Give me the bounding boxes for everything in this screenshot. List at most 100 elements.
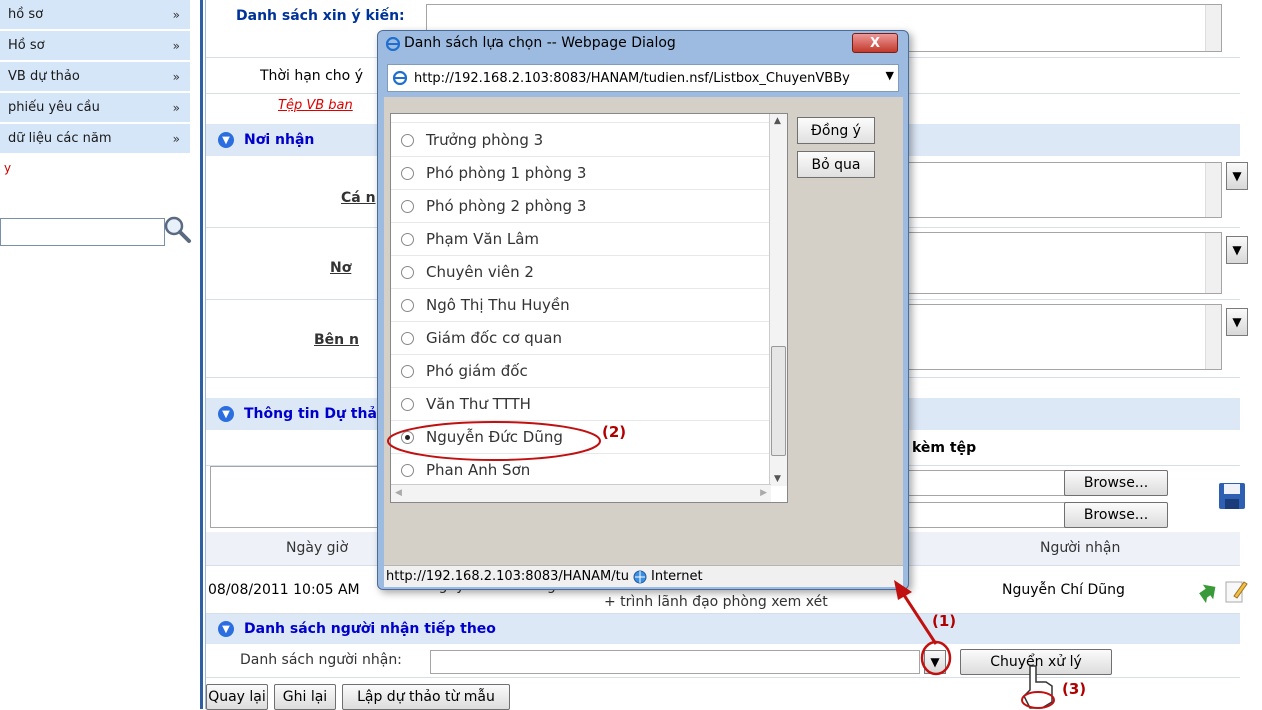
section-danh-sach-nguoi-nhan[interactable]: ▼ Danh sách người nhận tiếp theo xyxy=(206,614,1240,644)
noi-textarea[interactable] xyxy=(906,232,1222,294)
tep-vb-link[interactable]: Tệp VB ban xyxy=(278,98,353,113)
dropdown-button[interactable]: ▼ xyxy=(1226,308,1248,336)
ben-nhan-label: Bên n xyxy=(314,332,359,348)
chevron-down-icon[interactable]: ▼ xyxy=(218,406,234,422)
sidebar-item-label: hồ sơ xyxy=(8,7,44,22)
annotation-label-2: (2) xyxy=(602,423,627,441)
triangle-down-icon: ▼ xyxy=(1232,169,1242,183)
option-label: Chuyên viên 2 xyxy=(426,263,534,281)
ben-nhan-textarea[interactable] xyxy=(906,304,1222,370)
triangle-down-icon: ▼ xyxy=(1232,243,1242,257)
chevron-down-icon[interactable]: ▼ xyxy=(886,69,894,82)
thoi-han-label: Thời hạn cho ý xyxy=(260,68,363,84)
dialog-title: Danh sách lựa chọn -- Webpage Dialog xyxy=(404,35,676,51)
sidebar-item-ho-so[interactable]: hồ sơ » xyxy=(0,0,190,31)
browse-button-1[interactable]: Browse... xyxy=(1064,470,1168,496)
scrollbar[interactable] xyxy=(1205,163,1221,217)
radio-icon[interactable] xyxy=(401,166,414,180)
radio-icon[interactable] xyxy=(401,199,414,213)
address-text: http://192.168.2.103:8083/HANAM/tudien.n… xyxy=(414,70,850,86)
list-item[interactable]: Chuyên viên 2 xyxy=(391,256,771,289)
option-label: Trưởng phòng 3 xyxy=(426,131,544,149)
arrow-up-icon[interactable]: ▲ xyxy=(774,116,781,126)
arrow-right-icon[interactable]: ▶ xyxy=(760,488,767,498)
save-icon[interactable] xyxy=(1218,482,1246,510)
nguoi-nhan-header: Người nhận xyxy=(1040,540,1121,556)
list-item[interactable]: Ngô Thị Thu Huyền xyxy=(391,289,771,322)
bo-qua-button[interactable]: Bỏ qua xyxy=(797,151,875,178)
row-date: 08/08/2011 10:05 AM xyxy=(208,582,360,598)
sidebar-item-du-lieu-cac-nam[interactable]: dữ liệu các năm » xyxy=(0,124,190,155)
quay-lai-button[interactable]: Quay lại xyxy=(206,684,268,710)
sidebar-red-text: y xyxy=(4,161,12,175)
webpage-dialog[interactable]: Danh sách lựa chọn -- Webpage Dialog X h… xyxy=(377,30,909,590)
file-input-2[interactable] xyxy=(906,502,1066,528)
radio-icon[interactable] xyxy=(401,232,414,246)
browse-button-2[interactable]: Browse... xyxy=(1064,502,1168,528)
option-label: Ngô Thị Thu Huyền xyxy=(426,296,570,314)
list-item[interactable] xyxy=(391,114,771,123)
sidebar-item-vb-du-thao[interactable]: VB dự thảo » xyxy=(0,62,190,93)
radio-icon[interactable] xyxy=(401,265,414,279)
sidebar-search-input[interactable] xyxy=(0,218,165,246)
list-item[interactable]: Phó phòng 1 phòng 3 xyxy=(391,157,771,190)
ca-nhan-textarea[interactable] xyxy=(906,162,1222,218)
ca-nhan-label: Cá n xyxy=(341,190,376,206)
option-label: Giám đốc cơ quan xyxy=(426,329,562,347)
sidebar-item-phieu-yeu-cau[interactable]: phiếu yêu cầu » xyxy=(0,93,190,124)
list-item[interactable]: Phó giám đốc xyxy=(391,355,771,388)
search-icon[interactable] xyxy=(162,214,192,244)
dropdown-button[interactable]: ▼ xyxy=(1226,162,1248,190)
scrollbar-thumb[interactable] xyxy=(771,346,786,456)
section-title: Thông tin Dự thả xyxy=(244,406,377,422)
kem-tep-label: kèm tệp xyxy=(912,440,977,456)
section-title: Nơi nhận xyxy=(244,132,315,148)
dropdown-button[interactable]: ▼ xyxy=(1226,236,1248,264)
hand-cursor-icon xyxy=(1021,665,1055,709)
sidebar-item-ho-so-2[interactable]: Hồ sơ » xyxy=(0,31,190,62)
file-input-1[interactable] xyxy=(906,470,1066,496)
option-label: Phó phòng 1 phòng 3 xyxy=(426,164,587,182)
chevron-down-icon[interactable]: ▼ xyxy=(218,621,234,637)
sidebar: hồ sơ » Hồ sơ » VB dự thảo » phiếu yêu cầu »… xyxy=(0,0,192,709)
radio-icon[interactable] xyxy=(401,397,414,411)
sidebar-item-label: phiếu yêu cầu xyxy=(8,100,100,115)
arrow-down-icon[interactable]: ▼ xyxy=(774,474,781,484)
ghi-lai-button[interactable]: Ghi lại xyxy=(274,684,336,710)
radio-icon[interactable] xyxy=(401,364,414,378)
sidebar-item-label: Hồ sơ xyxy=(8,38,45,53)
option-label: Phó giám đốc xyxy=(426,362,528,380)
edit-icon[interactable] xyxy=(1224,578,1248,604)
danh-sach-xin-y-kien-label: Danh sách xin ý kiến: xyxy=(236,8,405,24)
annotation-label-3: (3) xyxy=(1062,680,1087,698)
forward-arrow-icon[interactable] xyxy=(1196,580,1220,604)
scrollbar[interactable] xyxy=(1205,233,1221,293)
radio-icon[interactable] xyxy=(401,298,414,312)
horizontal-scrollbar[interactable]: ◀ ▶ xyxy=(391,484,771,502)
ie-icon xyxy=(386,37,400,51)
chevron-down-icon[interactable]: ▼ xyxy=(218,132,234,148)
lap-du-thao-button[interactable]: Lập dự thảo từ mẫu xyxy=(342,684,510,710)
sidebar-item-label: dữ liệu các năm xyxy=(8,131,112,146)
vertical-scrollbar[interactable]: ▲ ▼ xyxy=(769,114,787,486)
list-item[interactable]: Phó phòng 2 phòng 3 xyxy=(391,190,771,223)
scrollbar[interactable] xyxy=(1205,5,1221,51)
double-chevron-icon: » xyxy=(172,131,180,146)
nguoi-nhan-input[interactable] xyxy=(430,650,920,674)
list-item[interactable]: Giám đốc cơ quan xyxy=(391,322,771,355)
double-chevron-icon: » xyxy=(172,69,180,84)
ghi-chu-textarea[interactable] xyxy=(210,466,380,528)
status-zone: Internet xyxy=(651,569,703,584)
ngay-gio-header: Ngày giờ xyxy=(286,540,349,556)
address-bar[interactable]: http://192.168.2.103:8083/HANAM/tudien.n… xyxy=(387,64,899,92)
list-item[interactable]: Trưởng phòng 3 xyxy=(391,124,771,157)
radio-icon[interactable] xyxy=(401,331,414,345)
section-title: Danh sách người nhận tiếp theo xyxy=(244,621,496,637)
globe-icon xyxy=(633,570,647,583)
close-button[interactable]: X xyxy=(852,33,898,53)
radio-icon[interactable] xyxy=(401,133,414,147)
arrow-left-icon[interactable]: ◀ xyxy=(395,488,402,498)
list-item[interactable]: Phạm Văn Lâm xyxy=(391,223,771,256)
dong-y-button[interactable]: Đồng ý xyxy=(797,117,875,144)
scrollbar[interactable] xyxy=(1205,305,1221,369)
